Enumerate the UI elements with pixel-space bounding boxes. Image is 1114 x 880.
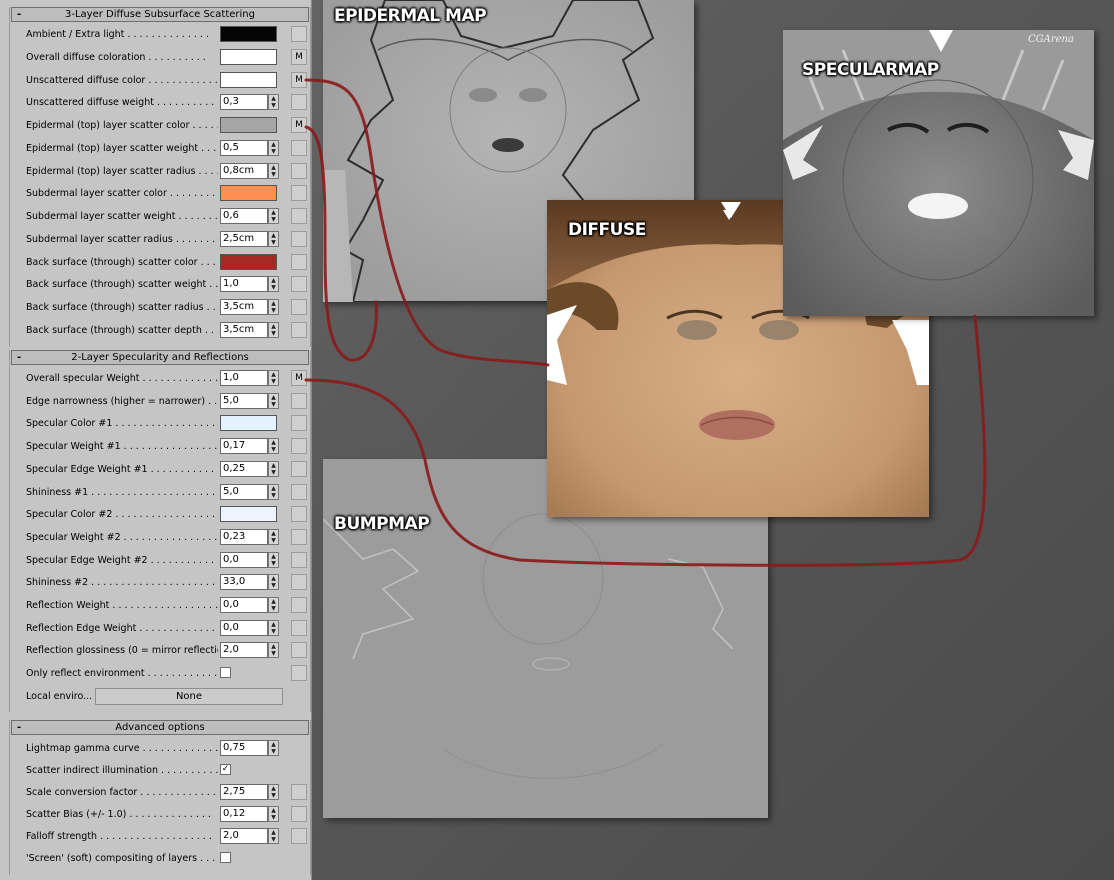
connector-unscattered-to-diffuse (304, 78, 550, 367)
connector-specular-to-specular-map (304, 314, 987, 567)
connector-epidermal-to-epidermal-map (304, 125, 378, 362)
connector-lines (304, 78, 987, 567)
